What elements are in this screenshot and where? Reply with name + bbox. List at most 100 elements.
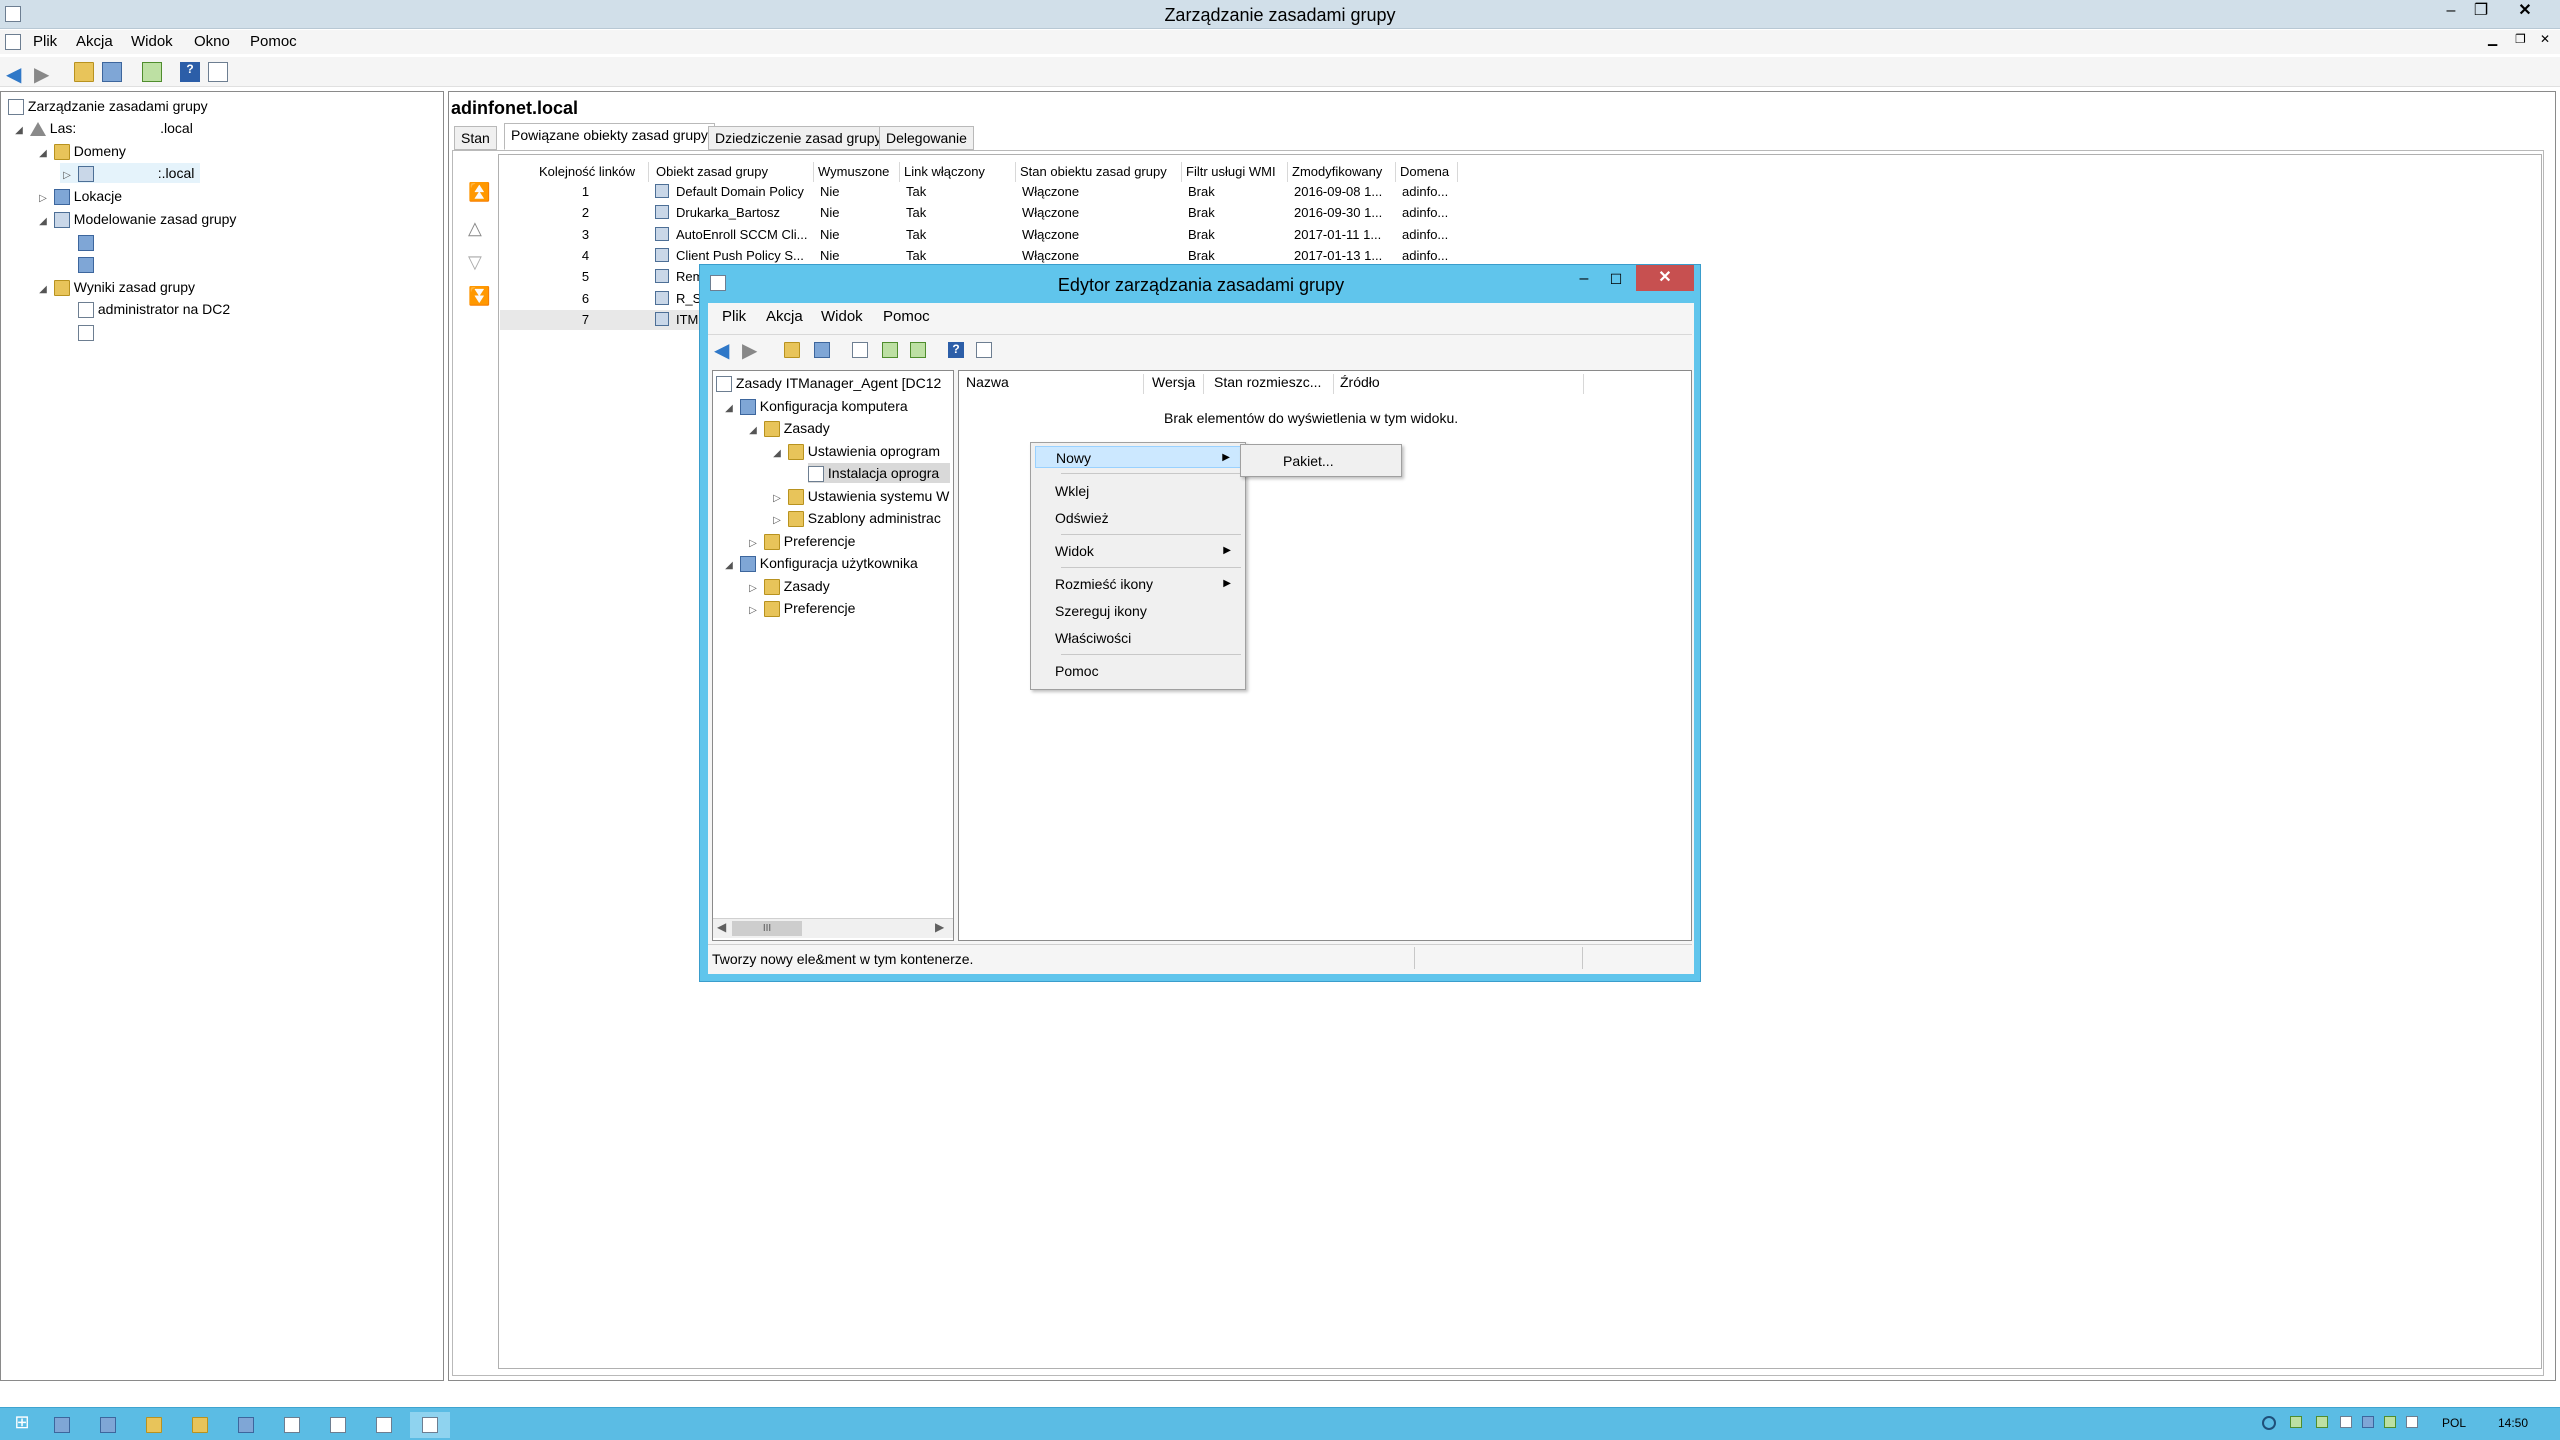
back-icon[interactable]: ◀: [6, 62, 26, 86]
restore-button[interactable]: ❐: [2466, 0, 2496, 22]
menu-akcja[interactable]: Akcja: [76, 33, 113, 50]
expand-arrow-icon[interactable]: ◢: [36, 212, 50, 232]
collapsed-arrow-icon[interactable]: ▷: [770, 489, 784, 506]
tree-modeling-child-1[interactable]: [78, 232, 94, 252]
expand-arrow-icon[interactable]: ◢: [722, 399, 736, 419]
tree-domains[interactable]: ◢ Domeny: [36, 141, 126, 161]
taskbar-app-explorer[interactable]: [134, 1412, 174, 1438]
taskbar-app-powershell[interactable]: [88, 1412, 128, 1438]
menu-okno[interactable]: Okno: [194, 33, 230, 50]
tray-clock[interactable]: 14:50: [2498, 1416, 2528, 1430]
col-wmi[interactable]: Filtr usługi WMI: [1182, 162, 1288, 182]
tab-delegation[interactable]: Delegowanie: [879, 126, 974, 150]
dialog-close-button[interactable]: ✕: [1636, 265, 1694, 291]
tab-inheritance[interactable]: Dziedziczenie zasad grupy: [708, 126, 889, 150]
tray-action-center-icon[interactable]: [2262, 1416, 2276, 1430]
tree-modeling[interactable]: ◢ Modelowanie zasad grupy: [36, 209, 236, 229]
tab-linked-gpos[interactable]: Powiązane obiekty zasad grupy: [504, 123, 715, 150]
dlg-col-deployment[interactable]: Stan rozmieszc...: [1210, 374, 1334, 394]
tab-stan[interactable]: Stan: [454, 126, 497, 150]
taskbar-app-mmc-3[interactable]: [364, 1412, 404, 1438]
ctx-help[interactable]: Pomoc: [1035, 660, 1241, 682]
tray-connection-icon[interactable]: [2384, 1416, 2396, 1428]
col-enforced[interactable]: Wymuszone: [814, 162, 900, 182]
dlg-tree-windows-settings[interactable]: ▷ Ustawienia systemu W: [770, 486, 950, 506]
dlg-forward-icon[interactable]: ▶: [742, 338, 757, 363]
dlg-col-version[interactable]: Wersja: [1148, 374, 1204, 394]
scroll-thumb[interactable]: III: [732, 921, 802, 936]
tree-result-item-2[interactable]: [78, 322, 94, 342]
ctx-arrange-icons[interactable]: Rozmieść ikony ▶: [1035, 573, 1241, 595]
start-button-icon[interactable]: ⊞: [2, 1412, 42, 1438]
scroll-left-icon[interactable]: ◀: [717, 920, 726, 934]
taskbar-app-server-manager[interactable]: [42, 1412, 82, 1438]
dialog-maximize-button[interactable]: ☐: [1600, 267, 1632, 291]
dlg-tree-policies[interactable]: ◢ Zasady: [746, 418, 830, 438]
dlg-col-source[interactable]: Źródło: [1336, 374, 1584, 394]
menu-widok[interactable]: Widok: [131, 33, 173, 50]
collapsed-arrow-icon[interactable]: ▷: [746, 579, 760, 599]
col-order[interactable]: Kolejność linków: [522, 162, 649, 182]
show-tree-icon[interactable]: [102, 62, 122, 82]
minimize-button[interactable]: –: [2436, 0, 2466, 22]
dlg-view-icon[interactable]: [976, 342, 992, 358]
tree-root[interactable]: Zarządzanie zasadami grupy: [8, 96, 208, 116]
dlg-tree-preferences[interactable]: ▷ Preferencje: [746, 531, 855, 551]
tray-network-icon[interactable]: [2290, 1416, 2302, 1428]
scroll-right-icon[interactable]: ▶: [935, 920, 944, 934]
up-folder-icon[interactable]: [74, 62, 94, 82]
dlg-up-folder-icon[interactable]: [784, 342, 800, 358]
dlg-properties-icon[interactable]: [852, 342, 868, 358]
expand-arrow-icon[interactable]: ◢: [722, 556, 736, 576]
help-icon[interactable]: ?: [180, 62, 200, 82]
dlg-tree-user-preferences[interactable]: ▷ Preferencje: [746, 598, 855, 618]
ctx-line-up-icons[interactable]: Szereguj ikony: [1035, 600, 1241, 622]
dlg-help-icon[interactable]: ?: [948, 342, 964, 358]
ctx-refresh[interactable]: Odśwież: [1035, 507, 1241, 529]
col-modified[interactable]: Zmodyfikowany: [1288, 162, 1396, 182]
dlg-menu-pomoc[interactable]: Pomoc: [883, 308, 930, 325]
dlg-back-icon[interactable]: ◀: [714, 338, 729, 363]
tray-sccm-icon[interactable]: [2316, 1416, 2328, 1428]
col-gpo[interactable]: Obiekt zasad grupy: [652, 162, 814, 182]
taskbar-app-mmc-2[interactable]: [318, 1412, 358, 1438]
taskbar-app-mmc-1[interactable]: [272, 1412, 312, 1438]
expand-arrow-icon[interactable]: ◢: [770, 444, 784, 461]
move-top-icon[interactable]: ⏫: [468, 182, 490, 203]
dialog-minimize-button[interactable]: –: [1568, 267, 1600, 291]
close-button[interactable]: ✕: [2510, 0, 2540, 22]
tray-display-icon[interactable]: [2340, 1416, 2352, 1428]
move-down-icon[interactable]: ▽: [468, 252, 482, 273]
expand-arrow-icon[interactable]: ◢: [36, 144, 50, 164]
mdi-minimize-icon[interactable]: ▁: [2488, 32, 2497, 46]
dlg-col-name[interactable]: Nazwa: [962, 374, 1144, 394]
ctx-new[interactable]: Nowy ▶: [1035, 446, 1241, 468]
dlg-menu-akcja[interactable]: Akcja: [766, 308, 803, 325]
mdi-close-icon[interactable]: ✕: [2540, 32, 2550, 46]
dlg-menu-plik[interactable]: Plik: [722, 308, 746, 325]
collapsed-arrow-icon[interactable]: ▷: [60, 166, 74, 186]
taskbar-app-monitor[interactable]: [226, 1412, 266, 1438]
menu-pomoc[interactable]: Pomoc: [250, 33, 297, 50]
move-bottom-icon[interactable]: ⏬: [468, 286, 490, 307]
col-link-enabled[interactable]: Link włączony: [900, 162, 1016, 182]
tray-language[interactable]: POL: [2442, 1416, 2466, 1430]
expand-arrow-icon[interactable]: ◢: [36, 280, 50, 300]
move-up-icon[interactable]: △: [468, 218, 482, 239]
dlg-tree-user-config[interactable]: ◢ Konfiguracja użytkownika: [722, 553, 918, 573]
taskbar-app-folder[interactable]: [180, 1412, 220, 1438]
dlg-tree-admin-templates[interactable]: ▷ Szablony administrac: [770, 508, 950, 528]
tree-result-item[interactable]: administrator na DC2: [78, 299, 230, 319]
tree-domain-selected[interactable]: ▷ :.local: [60, 163, 201, 186]
refresh-icon[interactable]: [142, 62, 162, 82]
tray-volume-icon[interactable]: [2406, 1416, 2418, 1428]
tree-forest[interactable]: ◢ Las: .local: [12, 118, 193, 138]
col-gpo-status[interactable]: Stan obiektu zasad grupy: [1016, 162, 1182, 182]
menu-plik[interactable]: Plik: [33, 33, 57, 50]
collapsed-arrow-icon[interactable]: ▷: [746, 534, 760, 554]
dlg-tree-computer-config[interactable]: ◢ Konfiguracja komputera: [722, 396, 908, 416]
collapsed-arrow-icon[interactable]: ▷: [746, 601, 760, 621]
properties-icon[interactable]: [208, 62, 228, 82]
tree-sites[interactable]: ▷ Lokacje: [36, 186, 122, 206]
col-domain[interactable]: Domena: [1396, 162, 1458, 182]
